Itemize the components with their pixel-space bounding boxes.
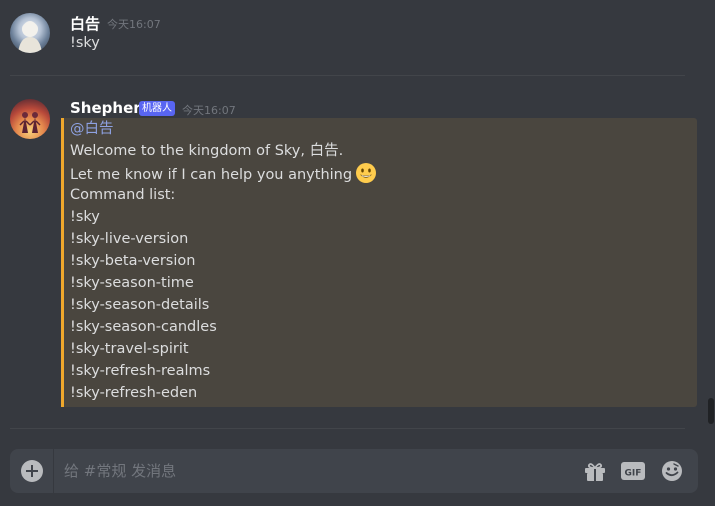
emoji-picker-icon[interactable] xyxy=(660,460,684,482)
avatar-image xyxy=(18,21,42,53)
add-circle-icon[interactable] xyxy=(21,460,43,482)
command-item: !sky-beta-version xyxy=(70,253,196,269)
message-timestamp: 今天16:07 xyxy=(182,104,236,117)
message-line: Let me know if I can help you anything xyxy=(70,167,353,183)
message-line: Welcome to the kingdom of Sky, 白告. xyxy=(70,143,344,159)
gif-icon[interactable]: GIF xyxy=(621,460,645,482)
message-text: !sky xyxy=(70,35,100,51)
gift-icon[interactable] xyxy=(583,460,607,482)
message-timestamp: 今天16:07 xyxy=(107,18,161,31)
bot-badge: 机器人 xyxy=(139,101,175,116)
smiley-emoji xyxy=(356,163,377,183)
scrollbar-thumb[interactable] xyxy=(708,398,714,424)
message-divider xyxy=(10,75,685,76)
command-item: !sky-season-details xyxy=(70,297,210,313)
command-item: !sky-refresh-eden xyxy=(70,385,198,401)
message-line: Command list: xyxy=(70,187,176,203)
command-item: !sky xyxy=(70,209,100,225)
user-avatar[interactable] xyxy=(10,13,50,53)
messages-end-divider xyxy=(10,428,685,429)
composer-separator xyxy=(53,449,54,493)
message-line-with-emoji: Let me know if I can help you anything xyxy=(70,162,377,184)
command-item: !sky-travel-spirit xyxy=(70,341,189,357)
command-item: !sky-live-version xyxy=(70,231,189,247)
user-mention[interactable]: @白告 xyxy=(70,118,114,140)
message-input[interactable] xyxy=(64,449,564,493)
message-username[interactable]: 白告 xyxy=(70,13,100,34)
avatar-image xyxy=(19,112,41,133)
message-composer: GIF xyxy=(10,449,698,493)
command-item: !sky-season-time xyxy=(70,275,194,291)
chat-area: 白告 今天16:07 !sky Shepherd 机器人 今天16:07 @白告… xyxy=(0,0,715,506)
bot-avatar[interactable] xyxy=(10,99,50,139)
command-item: !sky-season-candles xyxy=(70,319,217,335)
command-item: !sky-refresh-realms xyxy=(70,363,211,379)
svg-text:GIF: GIF xyxy=(625,469,642,479)
